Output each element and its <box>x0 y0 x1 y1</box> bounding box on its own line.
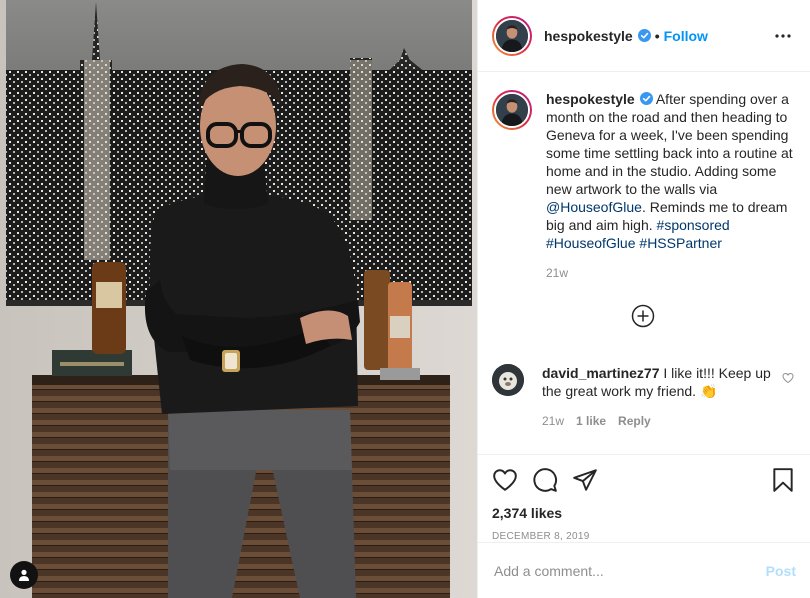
comment-time[interactable]: 21w <box>542 414 564 428</box>
avatar-image <box>492 364 524 396</box>
post-photo[interactable] <box>0 0 477 598</box>
verified-badge-icon <box>637 29 651 42</box>
comment-input[interactable] <box>494 562 766 579</box>
comment-avatar[interactable] <box>492 364 524 396</box>
load-more-comments-icon[interactable] <box>631 304 655 328</box>
post-date[interactable]: DECEMBER 8, 2019 <box>492 531 796 542</box>
caption-avatar[interactable] <box>492 90 532 130</box>
mention-link[interactable]: @HouseofGlue <box>546 199 642 215</box>
avatar[interactable] <box>492 15 532 56</box>
save-icon[interactable] <box>770 467 796 493</box>
add-comment-bar: Post <box>478 542 810 598</box>
caption-meta: 21w <box>546 266 794 280</box>
user-tag-icon <box>19 569 29 581</box>
action-icons <box>492 465 796 495</box>
header-username[interactable]: hespokestyle <box>544 28 633 44</box>
post-actions: 2,374 likes DECEMBER 8, 2019 <box>478 454 810 542</box>
comments-section: hespokestyle After spending over a month… <box>478 72 810 454</box>
comment-username[interactable]: david_martinez77 <box>542 365 660 381</box>
more-options-button[interactable] <box>772 25 794 47</box>
comment-icon[interactable] <box>532 467 558 493</box>
comment-meta: 21w 1 like Reply <box>542 414 776 428</box>
post-details-panel: hespokestyle • Follow hespokestyle After… <box>477 0 810 598</box>
post-header: hespokestyle • Follow <box>478 0 810 72</box>
more-options-icon <box>775 33 791 38</box>
caption: hespokestyle After spending over a month… <box>492 90 794 280</box>
hashtag-houseofglue[interactable]: #HouseofGlue <box>546 235 636 251</box>
share-icon[interactable] <box>572 467 598 493</box>
avatar-image <box>496 19 528 52</box>
comment-item: david_martinez77 I like it!!! Keep up th… <box>492 364 794 428</box>
post-image <box>0 0 477 598</box>
likes-count[interactable]: 2,374 likes <box>492 505 796 521</box>
reply-button[interactable]: Reply <box>618 414 651 428</box>
hashtag-sponsored[interactable]: #sponsored <box>657 217 730 233</box>
header-separator: • <box>654 27 660 44</box>
comment-text: david_martinez77 I like it!!! Keep up th… <box>542 364 776 400</box>
avatar-image <box>496 94 528 126</box>
caption-text: hespokestyle After spending over a month… <box>546 90 794 252</box>
verified-badge-icon <box>639 92 653 105</box>
hashtag-hsspartner[interactable]: #HSSPartner <box>639 235 721 251</box>
post-comment-button[interactable]: Post <box>766 563 796 579</box>
user-tag-button[interactable] <box>10 561 38 589</box>
caption-username[interactable]: hespokestyle <box>546 91 635 107</box>
caption-time[interactable]: 21w <box>546 266 568 280</box>
comment-like-icon[interactable] <box>782 372 794 384</box>
heart-icon[interactable] <box>492 467 518 493</box>
load-more-comments <box>492 304 794 328</box>
instagram-post-view: hespokestyle • Follow hespokestyle After… <box>0 0 810 598</box>
comment-likes[interactable]: 1 like <box>576 414 606 428</box>
follow-button[interactable]: Follow <box>664 28 708 44</box>
